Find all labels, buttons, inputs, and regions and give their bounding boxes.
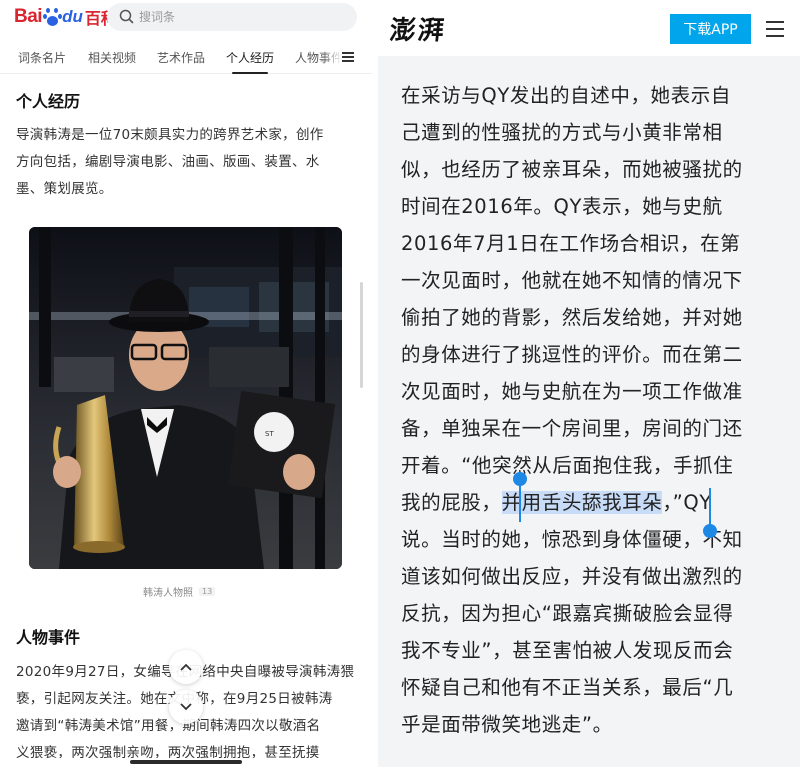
baike-panel: Bai du 百科 词条名片 相关视频 艺术作品 个人经历 人物事件 bbox=[0, 0, 372, 767]
section-title-experience: 个人经历 bbox=[16, 92, 81, 111]
baidu-baike-logo[interactable]: Bai du 百科 bbox=[14, 5, 117, 29]
article-line: 一次见面时，他就在她不知情的情况下 bbox=[401, 269, 743, 292]
tab-experience[interactable]: 个人经历 bbox=[226, 49, 274, 74]
article-line: 说。当时的她，惊恐到身体僵硬，不知 bbox=[401, 528, 743, 551]
article-line: 备，单独呆在一个房间里，房间的门还 bbox=[401, 417, 743, 440]
photo-caption-text: 韩涛人物照 bbox=[143, 588, 193, 599]
tab-card[interactable]: 词条名片 bbox=[18, 49, 66, 66]
paw-icon bbox=[43, 7, 63, 27]
article-line: 道该如何做出反应，并没有做出激烈的 bbox=[401, 565, 743, 588]
svg-text:ST: ST bbox=[265, 430, 274, 438]
tab-videos[interactable]: 相关视频 bbox=[88, 49, 136, 66]
article-line-selected: 我的屁股，并用舌头舔我耳朵，”QY bbox=[401, 484, 779, 521]
chevron-down-icon bbox=[180, 703, 192, 711]
scroll-up-button[interactable] bbox=[169, 650, 203, 684]
search-box[interactable] bbox=[107, 3, 357, 31]
experience-line: 导演韩涛是一位70末颇具实力的跨界艺术家，创作 bbox=[16, 127, 324, 143]
article-line: 在采访与QY发出的自述中，她表示自 bbox=[401, 84, 731, 107]
article-line: 我不专业”，甚至害怕被人发现反而会 bbox=[401, 639, 734, 662]
tabs-menu-icon[interactable] bbox=[342, 52, 356, 63]
article-line: 的身体进行了挑逗性的评价。而在第二 bbox=[401, 343, 743, 366]
thepaper-logo[interactable]: 澎湃 bbox=[388, 10, 448, 47]
thepaper-header: 澎湃 下载APP bbox=[378, 0, 800, 56]
article-line: 己遭到的性骚扰的方式与小黄非常相 bbox=[401, 121, 723, 144]
article-line: 似，也经历了被亲耳朵，而她被骚扰的 bbox=[401, 158, 743, 181]
tab-works[interactable]: 艺术作品 bbox=[157, 49, 205, 66]
search-input[interactable] bbox=[139, 7, 339, 27]
selection-start-handle[interactable] bbox=[513, 472, 527, 522]
article-line: 怀疑自己和他有不正当关系，最后“几 bbox=[401, 676, 734, 699]
article-line: 2016年7月1日在工作场合相识，在第 bbox=[401, 232, 741, 255]
article-line: 偷拍了她的背影，然后发给她，并对她 bbox=[401, 306, 743, 329]
logo-bai-text: Bai bbox=[14, 6, 43, 27]
experience-line: 方向包括，编剧导演电影、油画、版画、装置、水 bbox=[16, 154, 320, 170]
menu-icon[interactable] bbox=[766, 21, 784, 37]
person-photo[interactable]: ST bbox=[29, 227, 342, 569]
section-title-events: 人物事件 bbox=[16, 628, 81, 647]
text-after-selection: ，”QY bbox=[662, 491, 712, 514]
experience-line: 墨、策划展览。 bbox=[16, 181, 113, 197]
article-line: 乎是面带微笑地逃走”。 bbox=[401, 713, 613, 736]
top-bar: Bai du 百科 bbox=[0, 0, 372, 34]
photo-caption: 韩涛人物照 13 bbox=[143, 584, 216, 599]
article-body: 在采访与QY发出的自述中，她表示自 己遭到的性骚扰的方式与小黄非常相 似，也经历… bbox=[401, 77, 779, 743]
photo-count-badge: 13 bbox=[199, 587, 216, 596]
logo-du-text: du bbox=[62, 7, 83, 26]
article-line: 次见面时，她与史航在为一项工作做准 bbox=[401, 380, 743, 403]
chevron-up-icon bbox=[180, 663, 192, 671]
home-indicator[interactable] bbox=[130, 760, 242, 764]
entry-tabs: 词条名片 相关视频 艺术作品 个人经历 人物事件 bbox=[0, 40, 372, 74]
article-line: 时间在2016年。QY表示，她与史航 bbox=[401, 195, 723, 218]
selection-end-handle[interactable] bbox=[703, 488, 717, 538]
thepaper-panel: 澎湃 下载APP 在采访与QY发出的自述中，她表示自 己遭到的性骚扰的方式与小黄… bbox=[378, 0, 800, 767]
scroll-indicator[interactable] bbox=[360, 282, 363, 388]
selected-text[interactable]: 并用舌头舔我耳朵 bbox=[501, 491, 663, 514]
experience-text: 导演韩涛是一位70末颇具实力的跨界艺术家，创作 方向包括，编剧导演电影、油画、版… bbox=[16, 122, 361, 203]
download-app-button[interactable]: 下载APP bbox=[670, 14, 751, 44]
text-before-selection: 我的屁股， bbox=[401, 491, 502, 514]
article-line: 反抗，因为担心“跟嘉宾撕破脸会显得 bbox=[401, 602, 734, 625]
article-line: 开着。“他突然从后面抱住我，手抓住 bbox=[401, 454, 734, 477]
scroll-down-button[interactable] bbox=[169, 690, 203, 724]
search-icon bbox=[119, 9, 134, 24]
